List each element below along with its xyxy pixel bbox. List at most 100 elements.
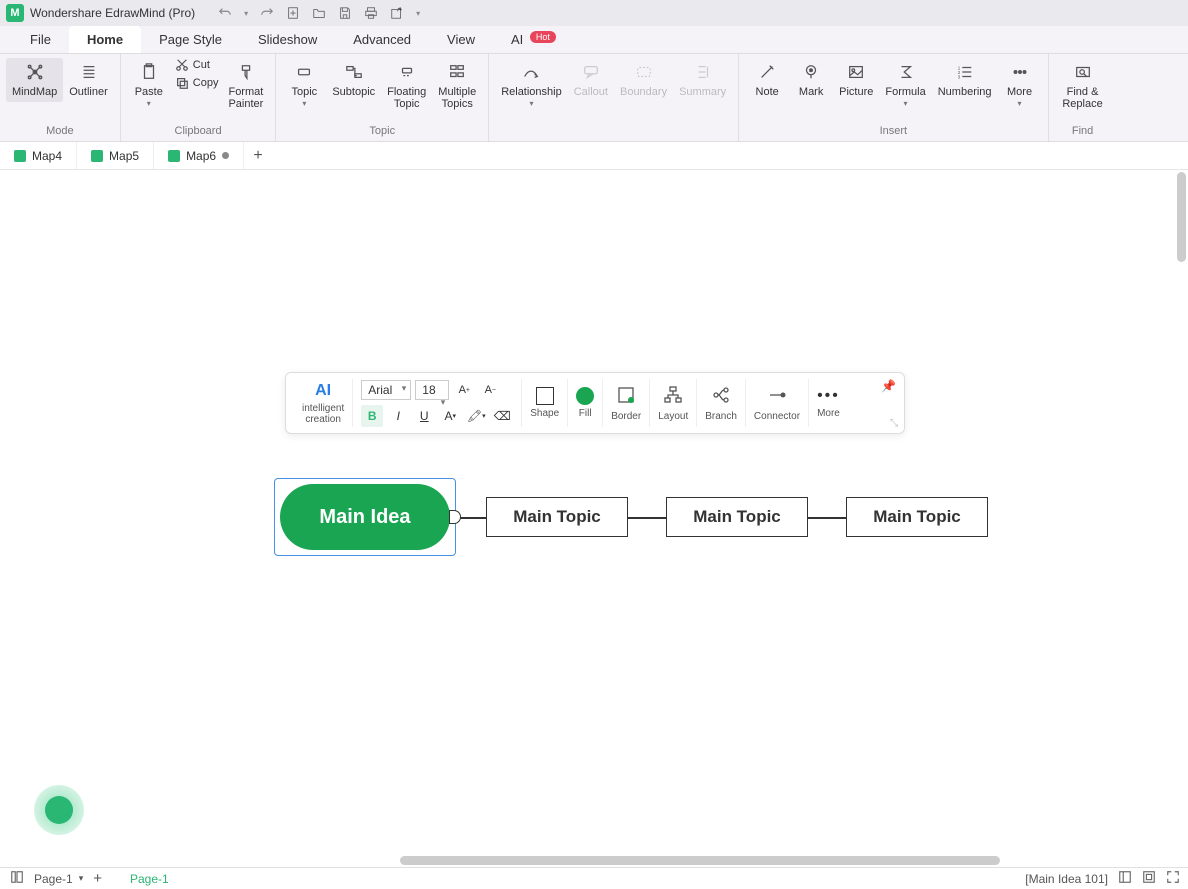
formula-icon <box>896 62 916 82</box>
shape-button[interactable]: Shape <box>522 379 568 427</box>
ai-icon: AI <box>315 382 331 400</box>
format-more-button[interactable]: •••More <box>809 379 848 427</box>
picture-button[interactable]: Picture <box>833 58 879 102</box>
ribbon-group-relation: Relationship▾ Callout Boundary Summary <box>489 54 739 141</box>
add-page-button[interactable]: + <box>93 870 102 887</box>
doc-tab-map6[interactable]: Map6 <box>154 142 244 169</box>
font-size-select[interactable]: 18 <box>415 380 449 400</box>
active-page-tab[interactable]: Page-1 <box>130 872 169 886</box>
connector-button[interactable]: Connector <box>746 379 809 427</box>
menu-view[interactable]: View <box>429 26 493 53</box>
menu-advanced[interactable]: Advanced <box>335 26 429 53</box>
resize-handle-icon[interactable]: ⤡ <box>890 418 898 429</box>
menu-file[interactable]: File <box>12 26 69 53</box>
export-dropdown-icon[interactable]: ▾ <box>413 3 423 23</box>
boundary-button: Boundary <box>614 58 673 102</box>
open-file-icon[interactable] <box>309 3 329 23</box>
add-tab-button[interactable]: + <box>244 147 272 165</box>
ribbon-group-find: Find & Replace Find <box>1049 54 1117 141</box>
increase-font-button[interactable]: A+ <box>453 379 475 401</box>
fill-button[interactable]: Fill <box>568 379 603 427</box>
relationship-icon <box>521 62 541 82</box>
topic-button[interactable]: Topic▾ <box>282 58 326 112</box>
highlight-button[interactable]: 🖍▾ <box>465 405 487 427</box>
note-icon <box>757 62 777 82</box>
undo-icon[interactable] <box>215 3 235 23</box>
floating-topic-button[interactable]: Floating Topic <box>381 58 432 114</box>
clear-format-button[interactable]: ⌫ <box>491 405 513 427</box>
menu-slideshow[interactable]: Slideshow <box>240 26 335 53</box>
subtopic-button[interactable]: Subtopic <box>326 58 381 102</box>
decrease-font-button[interactable]: A− <box>479 379 501 401</box>
outliner-button[interactable]: Outliner <box>63 58 114 102</box>
mindmap-button[interactable]: MindMap <box>6 58 63 102</box>
floating-format-toolbar: 📌 ⤡ AI intelligent creation Arial 18 A+ … <box>285 372 905 434</box>
font-color-button[interactable]: A▾ <box>439 405 461 427</box>
connector-line <box>628 517 666 519</box>
insert-more-button[interactable]: More▾ <box>998 58 1042 112</box>
horizontal-scrollbar[interactable] <box>400 856 1000 865</box>
underline-button[interactable]: U <box>413 405 435 427</box>
topic-icon <box>294 62 314 82</box>
connector-line <box>808 517 846 519</box>
ai-assistant-bubble[interactable] <box>34 785 84 835</box>
document-tabs: Map4 Map5 Map6 + <box>0 142 1188 170</box>
cut-button[interactable]: Cut <box>175 58 219 72</box>
boundary-icon <box>634 62 654 82</box>
vertical-scrollbar[interactable] <box>1177 172 1186 262</box>
note-button[interactable]: Note <box>745 58 789 102</box>
layout-view-icon[interactable] <box>1118 870 1132 887</box>
connector-icon <box>767 385 787 408</box>
menu-page-style[interactable]: Page Style <box>141 26 240 53</box>
copy-button[interactable]: Copy <box>175 76 219 90</box>
border-button[interactable]: Border <box>603 379 650 427</box>
italic-button[interactable]: I <box>387 405 409 427</box>
export-icon[interactable] <box>387 3 407 23</box>
new-file-icon[interactable] <box>283 3 303 23</box>
ai-face-icon <box>45 796 73 824</box>
ribbon-group-topic: Topic▾ Subtopic Floating Topic Multiple … <box>276 54 489 141</box>
topic-node-3[interactable]: Main Topic <box>846 497 988 537</box>
multiple-topics-button[interactable]: Multiple Topics <box>432 58 482 114</box>
bold-button[interactable]: B <box>361 405 383 427</box>
page-selector[interactable]: Page-1▾ <box>34 872 83 886</box>
ribbon: MindMap Outliner Mode Paste ▾ Cut Copy F… <box>0 54 1188 142</box>
fit-view-icon[interactable] <box>1142 870 1156 887</box>
layout-button[interactable]: Layout <box>650 379 697 427</box>
menu-ai-label: AI <box>511 32 523 47</box>
menu-home[interactable]: Home <box>69 26 141 53</box>
undo-dropdown-icon[interactable]: ▾ <box>241 3 251 23</box>
shape-icon <box>536 387 554 405</box>
topic-node-1[interactable]: Main Topic <box>486 497 628 537</box>
print-icon[interactable] <box>361 3 381 23</box>
more-dots-icon: ••• <box>817 387 840 405</box>
ribbon-group-clipboard: Paste ▾ Cut Copy Format Painter Clipboar… <box>121 54 277 141</box>
doc-tab-map4[interactable]: Map4 <box>0 142 77 169</box>
format-painter-icon <box>236 62 256 82</box>
paste-icon <box>139 62 159 82</box>
menu-bar: File Home Page Style Slideshow Advanced … <box>0 26 1188 54</box>
branch-button[interactable]: Branch <box>697 379 746 427</box>
find-icon <box>1073 62 1093 82</box>
fullscreen-icon[interactable] <box>1166 870 1180 887</box>
menu-ai[interactable]: AI Hot <box>493 26 574 53</box>
format-painter-button[interactable]: Format Painter <box>222 58 269 114</box>
paste-button[interactable]: Paste ▾ <box>127 58 171 112</box>
numbering-button[interactable]: 123Numbering <box>932 58 998 102</box>
ai-creation-button[interactable]: AI intelligent creation <box>294 379 353 427</box>
root-node[interactable]: Main Idea <box>280 484 450 550</box>
relationship-button[interactable]: Relationship▾ <box>495 58 568 112</box>
app-title: Wondershare EdrawMind (Pro) <box>30 6 195 20</box>
callout-button: Callout <box>568 58 614 102</box>
outline-toggle-icon[interactable] <box>10 870 24 887</box>
doc-tab-map5[interactable]: Map5 <box>77 142 154 169</box>
topic-node-2[interactable]: Main Topic <box>666 497 808 537</box>
redo-icon[interactable] <box>257 3 277 23</box>
app-logo-icon: M <box>6 4 24 22</box>
pin-icon[interactable]: 📌 <box>881 379 896 393</box>
find-replace-button[interactable]: Find & Replace <box>1055 58 1111 114</box>
mark-button[interactable]: Mark <box>789 58 833 102</box>
save-icon[interactable] <box>335 3 355 23</box>
formula-button[interactable]: Formula▾ <box>879 58 931 112</box>
font-family-select[interactable]: Arial <box>361 380 411 400</box>
